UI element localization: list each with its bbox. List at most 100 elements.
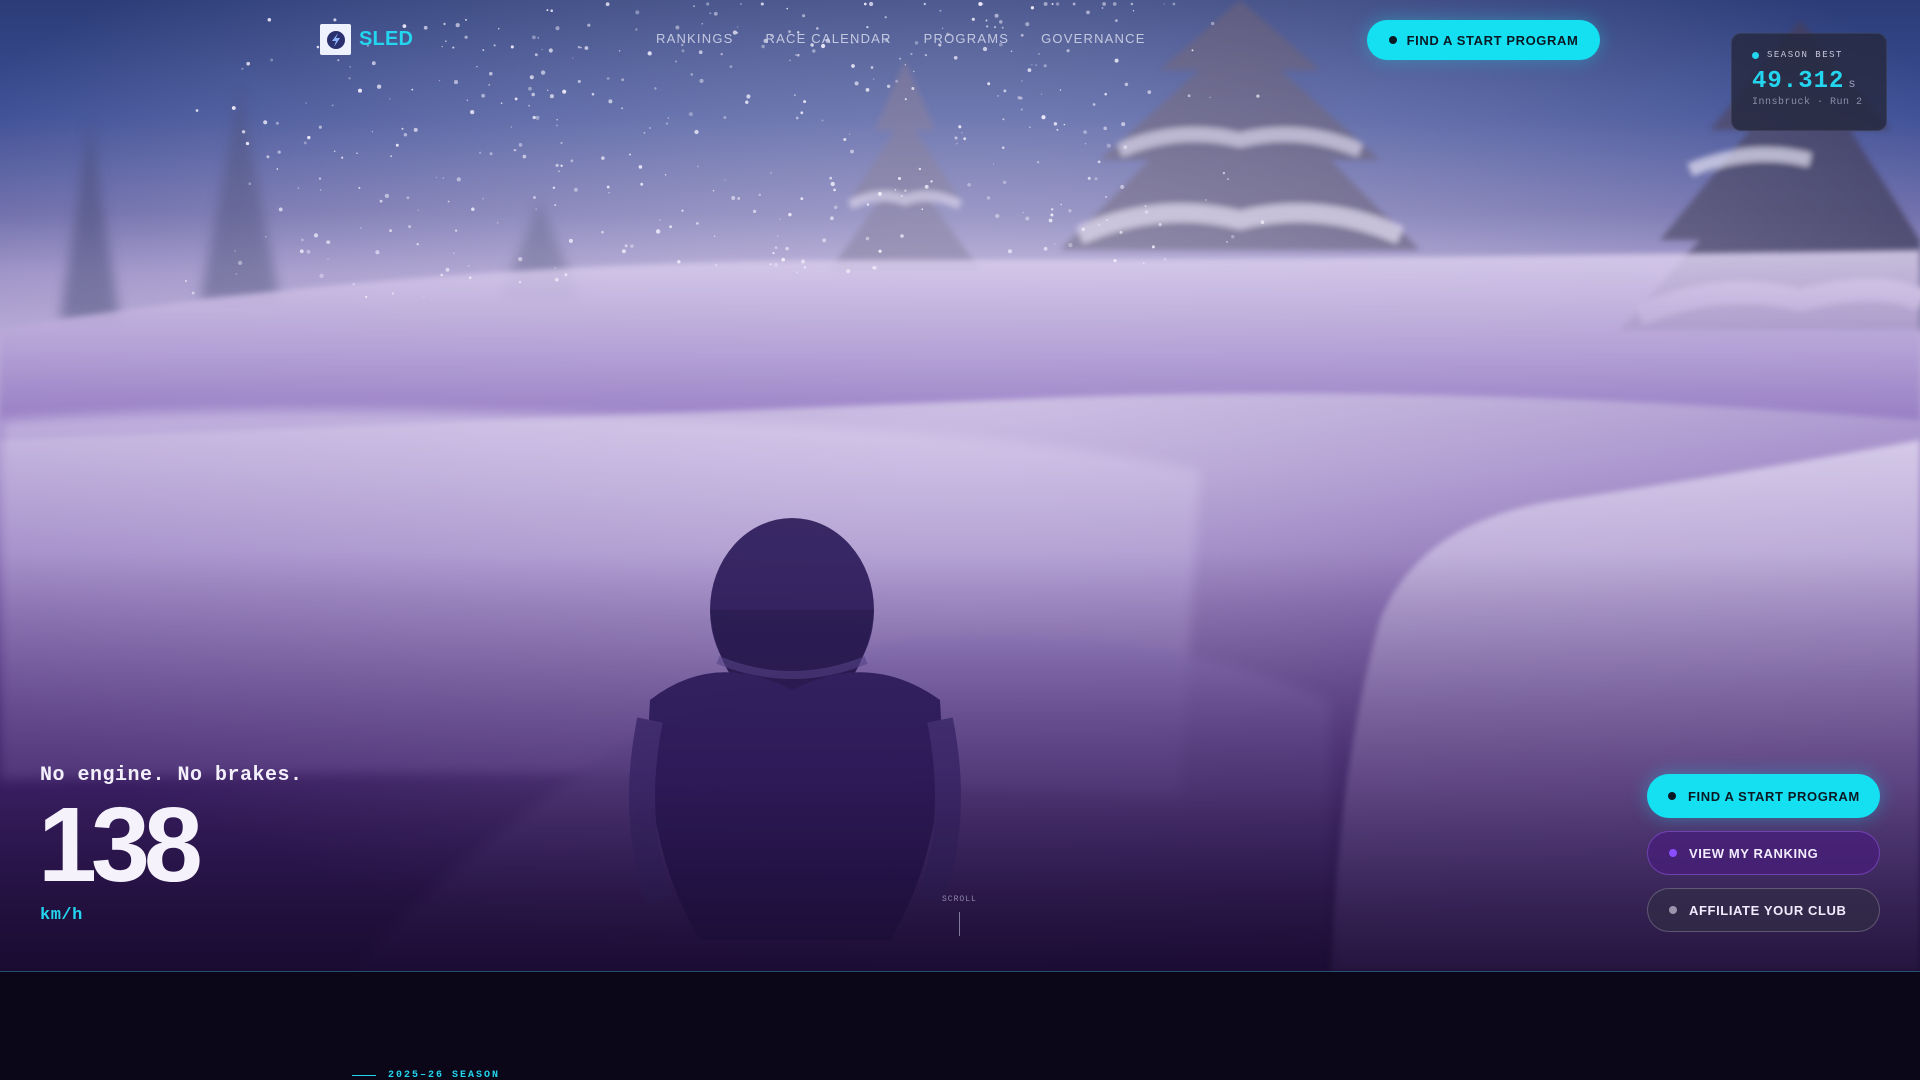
snow-particle <box>454 229 458 232</box>
snow-particle <box>786 7 788 10</box>
season-best-label: SEASON BEST <box>1767 50 1843 60</box>
snow-particle <box>337 59 340 62</box>
snow-particle <box>713 11 718 16</box>
snow-particle <box>994 13 999 18</box>
snow-particle <box>884 16 887 19</box>
snow-particle <box>560 164 563 167</box>
snow-particle <box>1050 213 1054 217</box>
find-start-program-nav-button[interactable]: FIND A START PROGRAM <box>1367 20 1600 60</box>
snow-particle <box>326 240 330 244</box>
snow-particle <box>376 84 382 89</box>
snow-particle <box>513 149 516 152</box>
snow-particle <box>1068 242 1073 248</box>
nav-link-governance[interactable]: GOVERNANCE <box>1041 31 1145 46</box>
snow-particle <box>958 125 962 129</box>
snow-particle <box>870 66 874 69</box>
snow-particle <box>993 26 997 29</box>
nav-link-programs[interactable]: PROGRAMS <box>924 31 1009 46</box>
snow-particle <box>555 26 560 31</box>
season-best-header: SEASON BEST <box>1752 50 1886 60</box>
snow-particle <box>999 20 1003 24</box>
hero-tagline: No engine. No brakes. <box>40 764 303 787</box>
snow-particle <box>640 182 644 186</box>
snow-particle <box>489 71 493 76</box>
snow-particle <box>550 9 553 12</box>
nav-link-race-calendar[interactable]: RACE CALENDAR <box>766 31 892 46</box>
view-my-ranking-button[interactable]: VIEW MY RANKING <box>1647 831 1880 875</box>
snow-particle <box>1226 240 1228 243</box>
snow-particle <box>848 133 851 135</box>
snow-particle <box>532 115 536 120</box>
snow-particle <box>440 273 443 277</box>
snow-particle <box>995 213 1000 219</box>
snow-particle <box>467 264 470 267</box>
nav-link-rankings[interactable]: RANKINGS <box>656 31 734 46</box>
snow-particle <box>1040 93 1043 95</box>
snow-particle <box>872 78 875 80</box>
snow-particle <box>408 225 412 229</box>
snow-particle <box>1106 143 1111 148</box>
snow-particle <box>1124 82 1129 87</box>
snow-particle <box>1163 3 1165 5</box>
snow-particle <box>356 152 358 154</box>
snow-particle <box>770 172 772 174</box>
snow-particle <box>441 45 443 48</box>
hero-speed-unit: km/h <box>40 906 83 925</box>
snow-particle <box>1147 90 1152 94</box>
snow-particle <box>863 2 867 6</box>
snow-particle <box>1158 223 1162 227</box>
snow-particle <box>706 2 710 6</box>
snow-particle <box>619 50 621 52</box>
snow-particle <box>297 187 300 189</box>
affiliate-your-club-button[interactable]: AFFILIATE YOUR CLUB <box>1647 888 1880 932</box>
snow-particle <box>696 222 699 225</box>
snow-particle <box>833 188 836 192</box>
snow-particle <box>921 208 924 211</box>
snow-particle <box>1056 128 1059 131</box>
scroll-label: SCROLL <box>942 895 977 904</box>
snow-particle <box>821 119 824 122</box>
snow-particle <box>601 156 605 160</box>
snow-particle <box>375 250 380 255</box>
snow-particle <box>930 180 933 183</box>
snow-particle <box>606 77 610 80</box>
snow-particle <box>555 163 559 168</box>
snow-particle <box>518 280 522 284</box>
find-start-program-button[interactable]: FIND A START PROGRAM <box>1647 774 1880 818</box>
snow-particle <box>384 193 390 199</box>
snow-particle <box>401 127 404 130</box>
snow-particle <box>231 106 236 110</box>
snow-particle <box>1072 2 1076 6</box>
snow-particle <box>924 53 928 57</box>
dot-icon <box>1669 906 1677 914</box>
snow-particle <box>1123 145 1128 150</box>
snow-particle <box>895 79 899 83</box>
snow-particle <box>1060 203 1063 206</box>
snow-particle <box>442 177 444 179</box>
snow-particle <box>331 104 334 107</box>
snow-particle <box>1041 115 1046 120</box>
snow-particle <box>643 132 646 134</box>
snow-particle <box>939 9 942 12</box>
snow-particle <box>699 78 704 83</box>
snow-particle <box>195 109 199 112</box>
brand-logo-link[interactable]: SLED <box>320 24 413 55</box>
snow-particle <box>655 229 661 234</box>
snow-particle <box>1260 220 1265 224</box>
snow-particle <box>918 167 922 171</box>
snow-particle <box>481 93 485 98</box>
dot-icon <box>1388 36 1397 44</box>
snow-particle <box>423 295 425 298</box>
snow-particle <box>541 48 543 51</box>
snow-particle <box>552 186 556 190</box>
snow-particle <box>1043 246 1048 251</box>
snow-particle <box>715 264 718 266</box>
scroll-indicator[interactable]: SCROLL <box>942 895 977 936</box>
snow-particle <box>389 229 393 233</box>
snow-particle <box>846 269 851 274</box>
snow-particle <box>985 19 988 22</box>
snow-particle <box>986 25 989 28</box>
snow-particle <box>299 249 304 254</box>
snow-particle <box>967 182 971 187</box>
snow-particle <box>796 271 798 273</box>
